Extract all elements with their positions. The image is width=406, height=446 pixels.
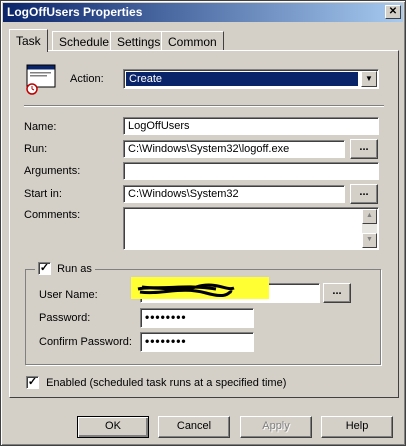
cancel-button[interactable]: Cancel [158,416,230,438]
help-button[interactable]: Help [321,416,393,438]
window-title: LogOffUsers Properties [7,5,143,19]
enabled-label: Enabled (scheduled task runs at a specif… [46,376,287,389]
password-label: Password: [39,312,91,324]
enabled-checkbox[interactable]: ✓ [26,376,39,389]
enabled-checkbox-row[interactable]: ✓ Enabled (scheduled task runs at a spec… [26,376,286,390]
apply-button[interactable]: Apply [240,416,312,438]
username-browse-button[interactable]: ... [323,283,351,303]
arguments-field[interactable] [123,162,379,180]
confirm-password-label: Confirm Password: [39,336,132,348]
ok-button[interactable]: OK [77,416,149,438]
tab-task[interactable]: Task [9,29,48,52]
comments-label: Comments: [24,209,81,221]
redaction-scribble [137,283,235,297]
runas-label: Run as [57,262,92,275]
title-bar[interactable]: LogOffUsers Properties ✕ [3,3,403,22]
name-field[interactable]: LogOffUsers [123,117,379,135]
close-icon: ✕ [388,6,398,17]
run-browse-button[interactable]: ... [350,139,378,159]
run-field[interactable]: C:\Windows\System32\logoff.exe [123,140,345,158]
name-label: Name: [24,121,57,133]
arguments-label: Arguments: [24,165,81,177]
action-label: Action: [70,73,104,85]
startin-field[interactable]: C:\Windows\System32 [123,185,345,203]
scroll-up-icon[interactable]: ▲ [362,209,377,224]
task-tab-panel: Action: Create ▼ Name: LogOffUsers Run: … [9,50,399,398]
separator [24,105,384,106]
comments-scrollbar[interactable]: ▲ ▼ [362,209,377,248]
properties-dialog: LogOffUsers Properties ✕ Task Schedule S… [0,0,406,446]
chevron-down-icon[interactable]: ▼ [361,71,377,87]
comments-textarea[interactable]: ▲ ▼ [123,207,379,250]
tab-common[interactable]: Common [161,31,224,50]
username-label: User Name: [39,289,98,301]
password-field[interactable]: •••••••• [140,308,254,328]
action-selected-value: Create [126,72,358,86]
action-dropdown[interactable]: Create ▼ [123,69,379,89]
scroll-down-icon[interactable]: ▼ [362,233,377,248]
confirm-password-field[interactable]: •••••••• [140,332,254,352]
tab-settings[interactable]: Settings [110,31,168,50]
scheduled-task-icon [26,64,56,95]
runas-checkbox-row[interactable]: ✓ Run as [35,262,95,276]
close-button[interactable]: ✕ [385,5,401,19]
tab-schedule[interactable]: Schedule [52,31,117,50]
startin-browse-button[interactable]: ... [350,184,378,204]
run-label: Run: [24,143,48,155]
startin-label: Start in: [24,188,62,200]
runas-checkbox[interactable]: ✓ [38,262,51,275]
